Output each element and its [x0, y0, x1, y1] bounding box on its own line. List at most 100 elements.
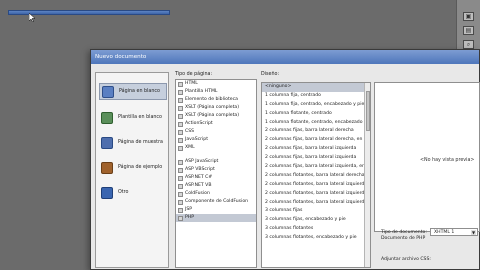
category-other[interactable]: Otro	[99, 184, 167, 201]
layout-item[interactable]: 1 columna fija, centrado	[262, 92, 370, 101]
layout-item[interactable]: 3 columnas fijas, encabezado y pie	[262, 216, 370, 225]
right-toolbar: ▣ ▤ ⌕	[456, 0, 480, 56]
page-type-item[interactable]: JavaScript	[176, 136, 256, 144]
layout-item[interactable]: 2 columnas fijas, barra lateral izquierd…	[262, 145, 370, 154]
item-label: ASP JavaScript	[185, 159, 219, 164]
file-type-icon	[178, 159, 183, 165]
file-type-icon	[178, 113, 183, 119]
layout-item[interactable]: 1 columna flotante, centrado	[262, 110, 370, 119]
layout-list[interactable]: <ninguno> 1 columna fija, centrado 1 col…	[261, 82, 371, 268]
page-type-item[interactable]: Plantilla HTML	[176, 88, 256, 96]
file-type-icon	[178, 175, 183, 181]
file-type-icon	[178, 121, 183, 127]
layout-item[interactable]: 3 columnas fijas	[262, 207, 370, 216]
panel-icon[interactable]: ▤	[463, 26, 474, 35]
page-type-item[interactable]: ASP.NET C#	[176, 174, 256, 182]
file-type-icon	[178, 89, 183, 95]
layout-item[interactable]: 2 columnas fijas, barra lateral derecha	[262, 127, 370, 136]
page-type-item[interactable]: XML	[176, 144, 256, 152]
scrollbar-thumb[interactable]	[366, 91, 370, 131]
new-document-dialog: Nuevo documento Página en blanco Plantil…	[90, 49, 480, 270]
item-label: JavaScript	[185, 137, 209, 142]
layout-label: Diseño:	[261, 72, 280, 77]
page-type-item[interactable]: XSLT (Página completa)	[176, 112, 256, 120]
file-type-icon	[178, 199, 183, 205]
page-type-item[interactable]: ActionScript	[176, 120, 256, 128]
page-type-item[interactable]: ASP.NET VB	[176, 182, 256, 190]
layout-item[interactable]: 3 columnas flotantes, encabezado y pie	[262, 234, 370, 243]
item-label: XML	[185, 145, 195, 150]
chevron-down-icon: ▼	[471, 230, 476, 235]
file-type-icon	[178, 183, 183, 189]
item-label: PHP	[185, 215, 194, 220]
page-type-item[interactable]: JSP	[176, 206, 256, 214]
file-type-icon	[178, 137, 183, 143]
category-example-page[interactable]: Página de ejemplo	[99, 159, 167, 176]
page-type-item[interactable]: XSLT (Página completa)	[176, 104, 256, 112]
other-icon	[101, 186, 113, 199]
page-type-item[interactable]: HTML	[176, 80, 256, 88]
category-label: Plantilla en blanco	[118, 115, 162, 120]
layout-scrollbar[interactable]	[364, 83, 370, 267]
item-label: CSS	[185, 129, 195, 134]
blank-template-icon	[101, 111, 113, 124]
page-type-item[interactable]: CSS	[176, 128, 256, 136]
layout-item[interactable]: 2 columnas flotantes, barra lateral izqu…	[262, 181, 370, 190]
file-type-icon	[178, 207, 183, 213]
category-list: Página en blanco Plantilla en blanco Pág…	[95, 72, 169, 268]
item-label: ColdFusion	[185, 191, 210, 196]
file-type-icon	[178, 105, 183, 111]
layout-item[interactable]: 2 columnas flotantes, barra lateral izqu…	[262, 190, 370, 199]
item-label: Elemento de biblioteca	[185, 97, 238, 102]
layout-item[interactable]: 2 columnas fijas, barra lateral izquierd…	[262, 163, 370, 172]
blank-page-icon	[102, 85, 114, 98]
item-label: ASP VBScript	[185, 167, 215, 172]
file-type-icon	[178, 97, 183, 103]
preview-placeholder: <No hay vista previa>	[420, 158, 475, 163]
category-label: Página de ejemplo	[118, 165, 163, 170]
file-type-icon	[178, 81, 183, 87]
zoom-icon[interactable]: ⌕	[463, 40, 474, 49]
item-label: Plantilla HTML	[185, 89, 218, 94]
item-label: HTML	[185, 81, 198, 86]
document-description: Documento de PHP	[381, 236, 426, 241]
layout-item[interactable]: 1 columna flotante, centrado, encabezado	[262, 119, 370, 128]
css-attach-label: Adjuntar archivo CSS:	[381, 257, 431, 262]
category-blank-template[interactable]: Plantilla en blanco	[99, 109, 167, 126]
item-label: JSP	[185, 207, 193, 212]
window-restore-icon[interactable]: ▣	[463, 12, 474, 21]
item-label: XSLT (Página completa)	[185, 105, 240, 110]
item-label: Componente de ColdFusion	[185, 199, 249, 204]
category-sample-page[interactable]: Página de muestra	[99, 134, 167, 151]
category-blank-page[interactable]: Página en blanco	[99, 83, 167, 100]
file-type-icon	[178, 191, 183, 197]
doctype-value: XHTML 1	[434, 230, 455, 235]
page-type-item[interactable]: ASP VBScript	[176, 166, 256, 174]
layout-item[interactable]: 2 columnas flotantes, barra lateral izqu…	[262, 199, 370, 208]
file-type-icon	[178, 129, 183, 135]
category-label: Otro	[118, 190, 129, 195]
example-page-icon	[101, 161, 113, 174]
page-type-item[interactable]: ColdFusion	[176, 190, 256, 198]
item-label: ASP.NET VB	[185, 183, 212, 188]
file-type-icon	[178, 215, 183, 221]
page-type-list[interactable]: HTML Plantilla HTML Elemento de bibliote…	[175, 79, 257, 268]
doctype-label: Tipo de documento:	[381, 230, 427, 235]
page-type-item[interactable]: ASP JavaScript	[176, 158, 256, 166]
item-label: ASP.NET C#	[185, 175, 213, 180]
page-type-item[interactable]: Elemento de biblioteca	[176, 96, 256, 104]
item-label: ActionScript	[185, 121, 213, 126]
category-label: Página de muestra	[118, 140, 163, 145]
category-label: Página en blanco	[119, 89, 160, 94]
layout-item[interactable]: 3 columnas flotantes	[262, 225, 370, 234]
page-type-item-selected[interactable]: PHP	[176, 214, 256, 222]
layout-item[interactable]: 2 columnas fijas, barra lateral derecha,…	[262, 136, 370, 145]
item-label: XSLT (Página completa)	[185, 113, 240, 118]
doctype-select[interactable]: XHTML 1 ▼	[430, 228, 478, 236]
mouse-cursor-icon	[29, 13, 35, 22]
page-type-item[interactable]: Componente de ColdFusion	[176, 198, 256, 206]
layout-item-selected[interactable]: <ninguno>	[262, 83, 370, 92]
layout-item[interactable]: 2 columnas fijas, barra lateral izquierd…	[262, 154, 370, 163]
layout-item[interactable]: 2 columnas flotantes, barra lateral dere…	[262, 172, 370, 181]
layout-item[interactable]: 1 columna fija, centrado, encabezado y p…	[262, 101, 370, 110]
